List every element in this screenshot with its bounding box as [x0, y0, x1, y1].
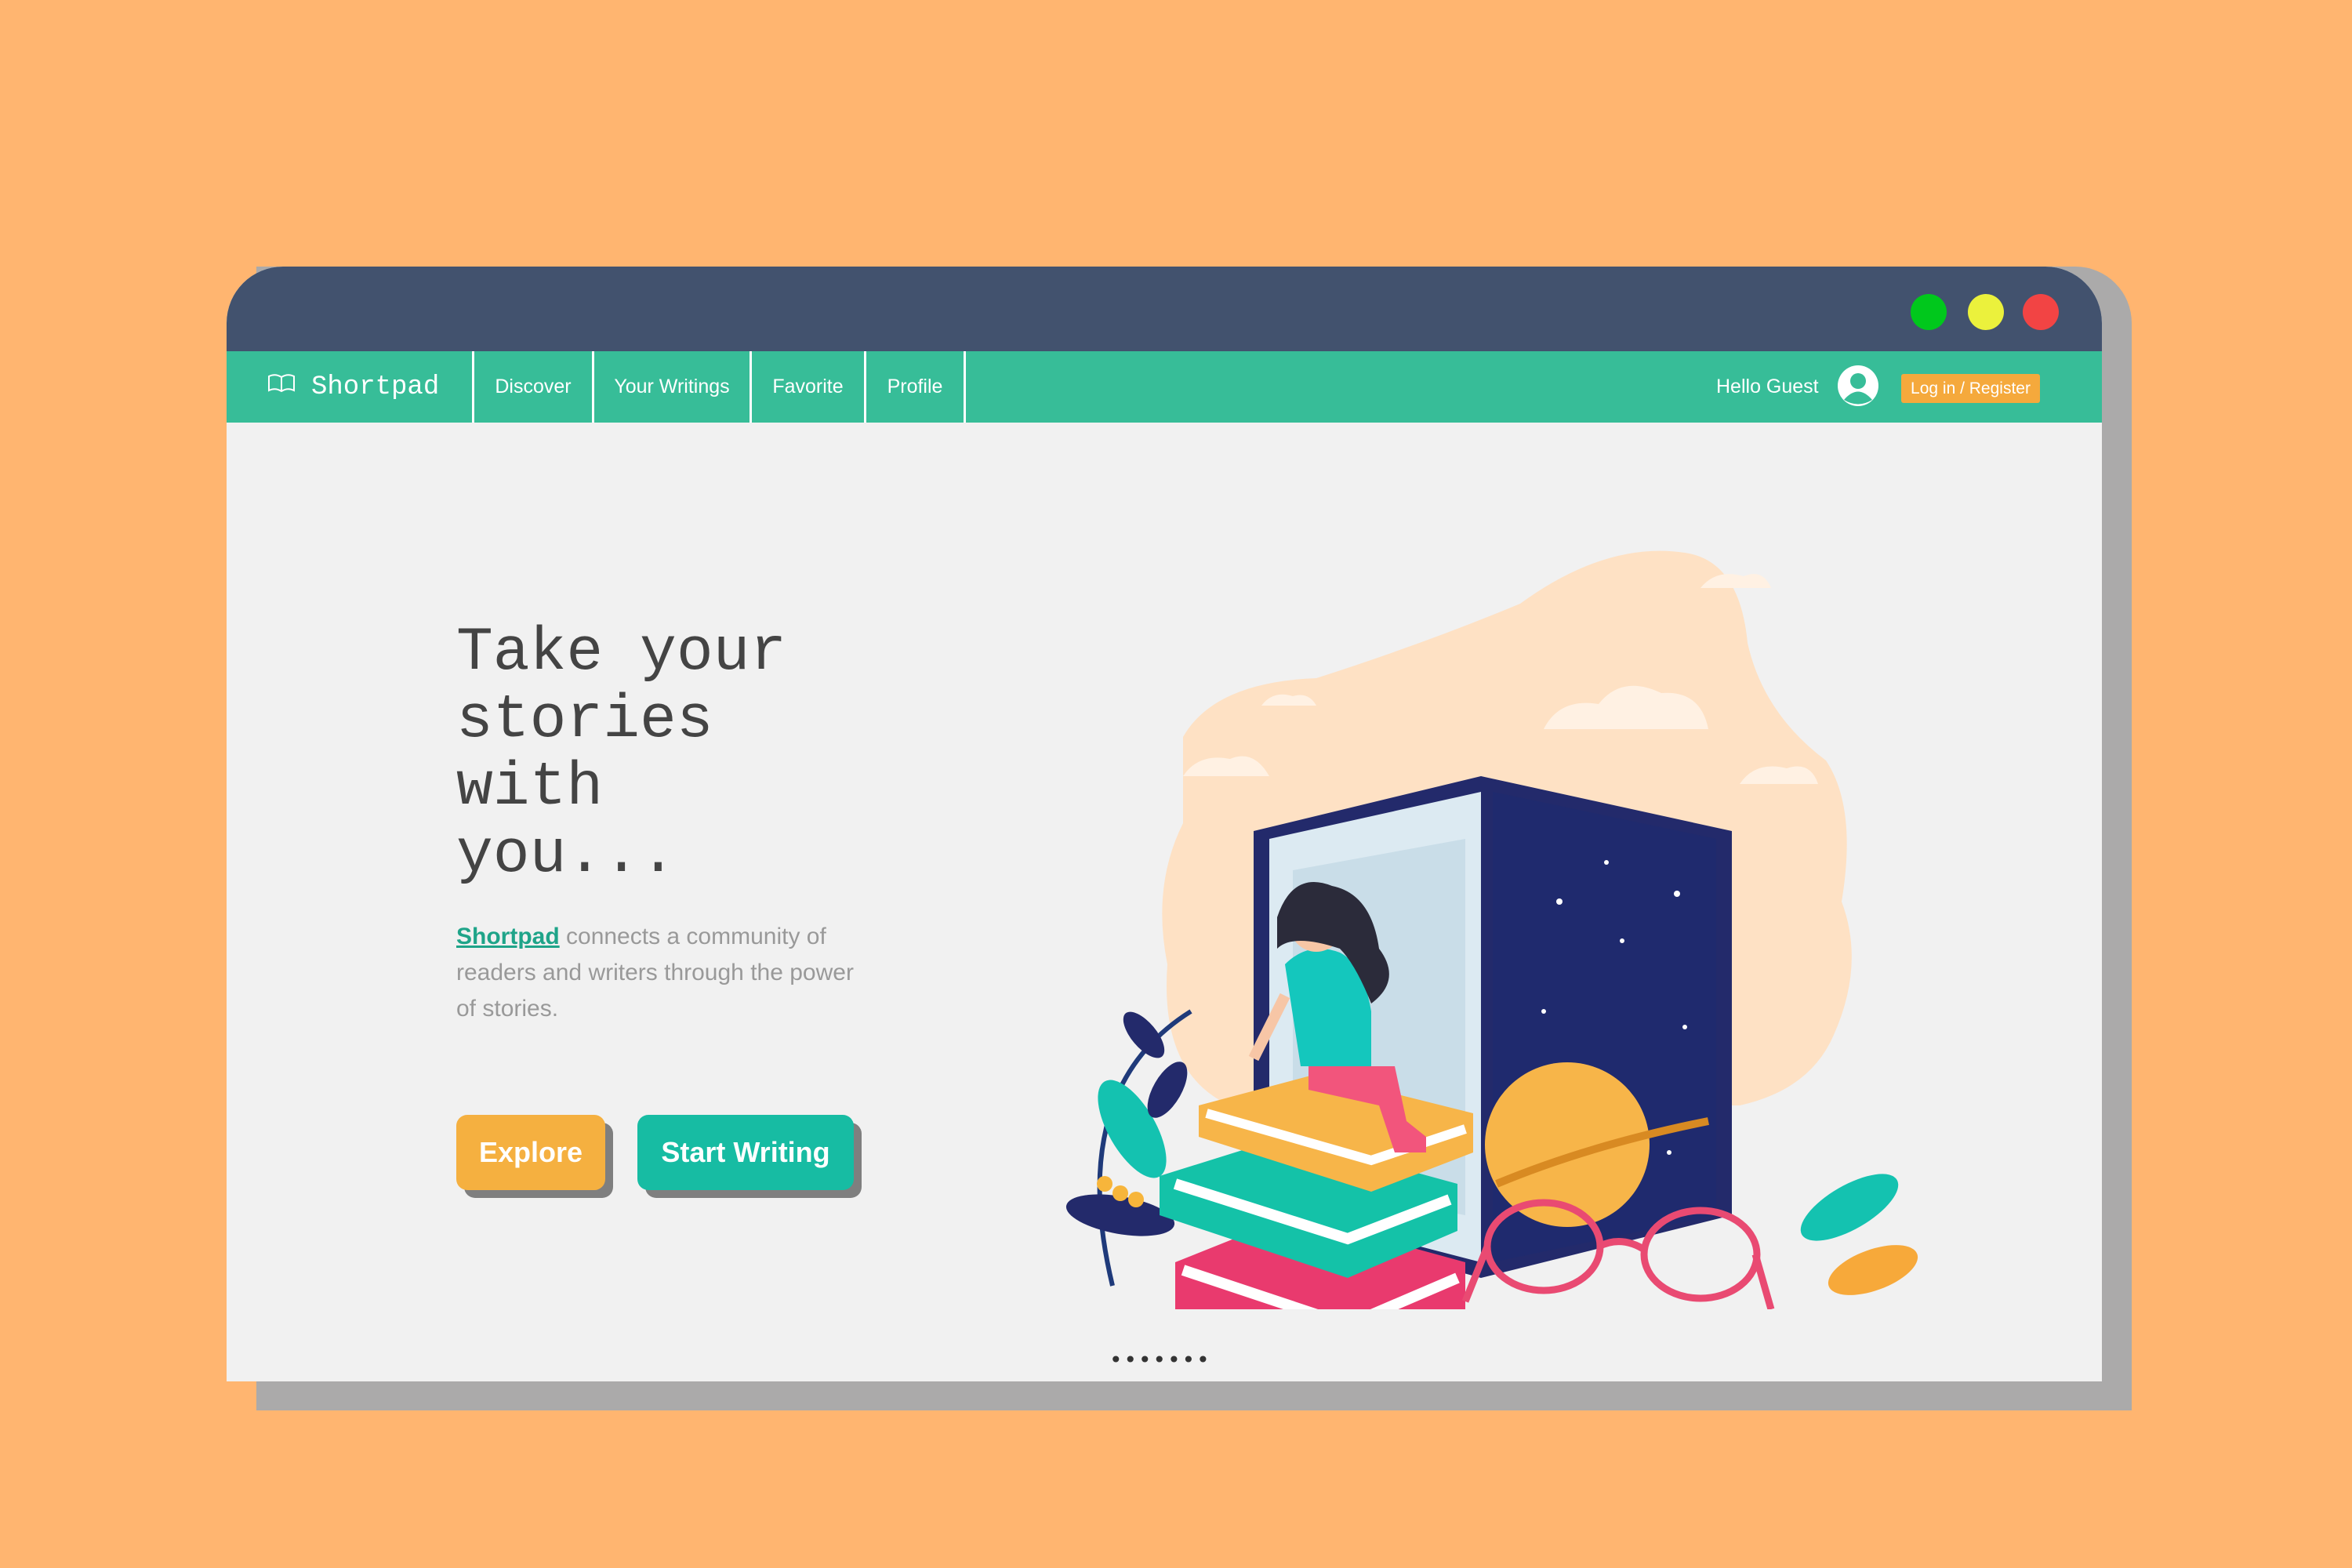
- browser-window: Shortpad Discover Your Writings Favorite…: [227, 267, 2102, 1381]
- hero-title: Take your stories with you...: [456, 619, 895, 889]
- nav-favorite-label: Favorite: [772, 376, 844, 397]
- hero-title-line: with: [456, 753, 604, 822]
- hero-title-line: Take your: [456, 619, 787, 688]
- maximize-button[interactable]: [1911, 294, 1947, 330]
- hero-title-line: you...: [456, 821, 677, 890]
- close-button[interactable]: [2023, 294, 2059, 330]
- page-indicator-dots[interactable]: •••••••: [1109, 1347, 1211, 1373]
- hero-description: Shortpad connects a community of readers…: [456, 919, 864, 1027]
- brand-name: Shortpad: [311, 372, 440, 402]
- title-bar: [227, 267, 2102, 351]
- explore-button[interactable]: Explore: [456, 1115, 605, 1190]
- girl-reading-on-books-illustration: [1058, 525, 1920, 1372]
- brand-link[interactable]: Shortpad: [456, 924, 560, 949]
- nav-your-writings-label: Your Writings: [614, 376, 730, 397]
- nav-discover[interactable]: Discover: [474, 351, 594, 423]
- nav-favorite[interactable]: Favorite: [752, 351, 866, 423]
- nav-your-writings[interactable]: Your Writings: [594, 351, 752, 423]
- user-avatar-icon[interactable]: [1837, 365, 1879, 407]
- nav-profile[interactable]: Profile: [866, 351, 966, 423]
- explore-button-wrap: Explore: [456, 1115, 613, 1198]
- hero-title-line: stories: [456, 686, 713, 755]
- nav-discover-label: Discover: [495, 376, 572, 397]
- nav-profile-label: Profile: [887, 376, 943, 397]
- navbar: Shortpad Discover Your Writings Favorite…: [227, 351, 2102, 423]
- open-book-icon: [267, 372, 311, 402]
- minimize-button[interactable]: [1968, 294, 2004, 330]
- login-register-button[interactable]: Log in / Register: [1901, 374, 2040, 403]
- greeting-text: Hello Guest: [1716, 376, 1819, 397]
- start-writing-button[interactable]: Start Writing: [637, 1115, 854, 1190]
- start-writing-button-wrap: Start Writing: [637, 1115, 862, 1198]
- brand-logo[interactable]: Shortpad: [227, 351, 474, 423]
